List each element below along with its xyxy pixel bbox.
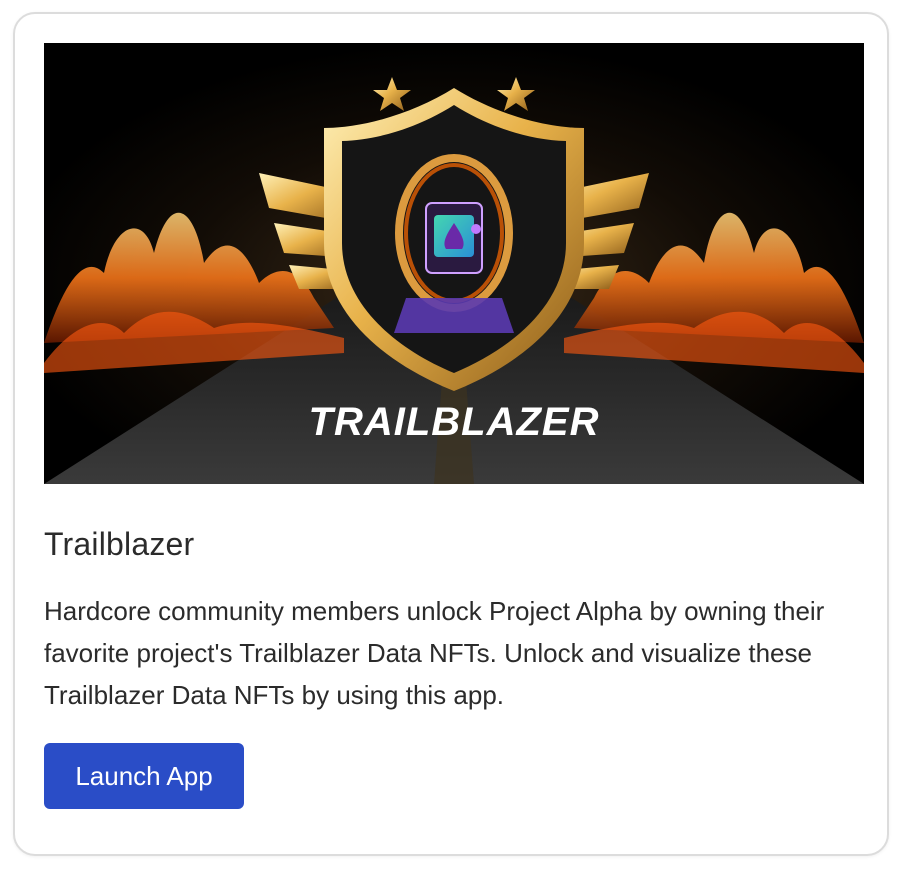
trailblazer-wordmark: TRAILBLAZER bbox=[309, 400, 600, 444]
launch-app-button[interactable]: Launch App bbox=[44, 743, 244, 809]
card-description: Hardcore community members unlock Projec… bbox=[44, 596, 825, 710]
trailblazer-banner-image: TRAILBLAZER bbox=[44, 43, 864, 484]
card-title: Trailblazer bbox=[44, 526, 195, 562]
app-card: TRAILBLAZER Trailblazer Hardcore communi… bbox=[13, 12, 889, 856]
